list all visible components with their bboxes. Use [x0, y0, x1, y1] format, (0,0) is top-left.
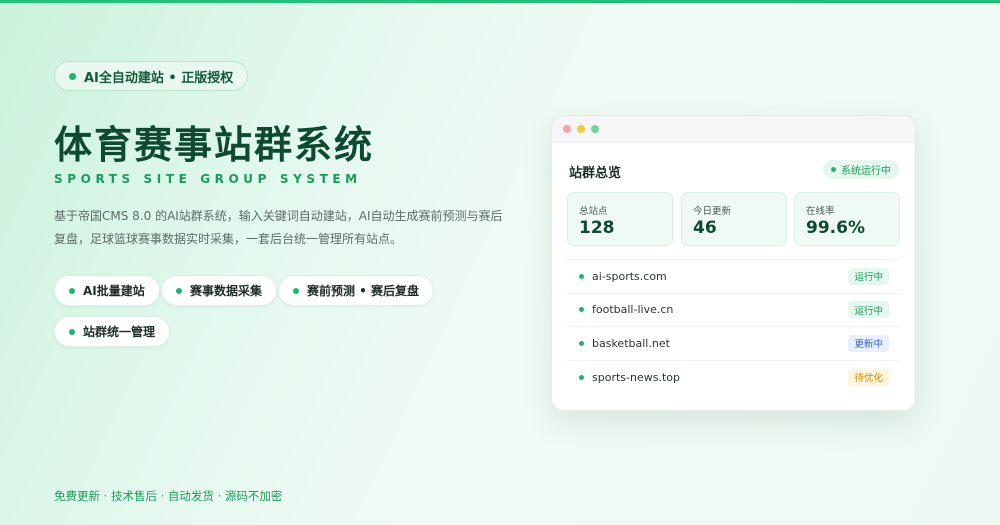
status-dot-icon: [831, 167, 836, 172]
hero-description: 基于帝国CMS 8.0 的AI站群系统，输入关键词自动建站，AI自动生成赛前预测…: [54, 209, 503, 246]
site-status-dot-icon: [579, 374, 584, 380]
site-status-tag: 运行中: [848, 267, 889, 285]
site-status-tag: 运行中: [848, 301, 889, 319]
feature-pill-unified-management[interactable]: 站群统一管理: [54, 316, 171, 347]
system-status-text: 系统运行中: [841, 166, 891, 177]
top-accent-bar: [0, 0, 1000, 3]
site-status-dot-icon: [579, 340, 584, 346]
window-title-bar: [552, 116, 915, 143]
dashboard-title: 站群总览: [569, 166, 622, 181]
pill-dot-icon: [293, 287, 299, 294]
stat-value: 99.6%: [806, 218, 865, 238]
feature-pill-label: 赛前预测 • 赛后复盘: [307, 284, 420, 298]
site-row[interactable]: football-live.cn 运行中: [567, 294, 901, 327]
feature-pill-data-collection[interactable]: 赛事数据采集: [161, 275, 278, 306]
site-status-dot-icon: [579, 307, 584, 313]
badge-text: AI全自动建站 • 正版授权: [84, 70, 234, 86]
pill-dot-icon: [69, 328, 75, 335]
dashboard-card: 站群总览 系统运行中 总站点 128 今日更新 46 在线率 99.6% ai-…: [551, 115, 916, 411]
pill-dot-icon: [176, 287, 182, 294]
feature-pill-batch-build[interactable]: AI批量建站: [54, 275, 160, 306]
pill-dot-icon: [69, 287, 75, 294]
site-row[interactable]: basketball.net 更新中: [567, 327, 901, 361]
hero-badge: AI全自动建站 • 正版授权: [54, 61, 249, 91]
stat-value: 46: [693, 218, 717, 238]
window-dot-red-icon: [563, 125, 571, 133]
site-domain: football-live.cn: [592, 303, 674, 317]
page-title: 体育赛事站群系统: [54, 123, 375, 167]
site-status-dot-icon: [579, 273, 584, 279]
stat-value: 128: [579, 218, 615, 238]
badge-dot-icon: [69, 72, 76, 80]
site-row[interactable]: ai-sports.com 运行中: [567, 260, 901, 294]
feature-pill-label: 赛事数据采集: [190, 284, 263, 298]
feature-pill-label: 站群统一管理: [83, 325, 156, 339]
feature-pill-prediction-review[interactable]: 赛前预测 • 赛后复盘: [278, 275, 435, 306]
site-status-tag: 更新中: [848, 334, 889, 352]
stat-today-updates: 今日更新 46: [681, 192, 787, 246]
stat-total-sites: 总站点 128: [567, 192, 673, 246]
site-list: ai-sports.com 运行中 football-live.cn 运行中 b…: [567, 259, 901, 398]
stat-online-rate: 在线率 99.6%: [794, 192, 900, 246]
page-subtitle: SPORTS SITE GROUP SYSTEM: [54, 172, 362, 186]
window-dot-green-icon: [591, 125, 599, 133]
site-domain: basketball.net: [592, 336, 670, 350]
site-domain: ai-sports.com: [592, 269, 667, 283]
footer-note: 免费更新 · 技术售后 · 自动发货 · 源码不加密: [54, 489, 283, 503]
site-domain: sports-news.top: [592, 370, 680, 384]
window-dot-yellow-icon: [577, 125, 585, 133]
feature-pill-label: AI批量建站: [83, 284, 145, 298]
site-status-tag: 待优化: [848, 368, 889, 386]
stat-label: 总站点: [579, 206, 608, 217]
site-row[interactable]: sports-news.top 待优化: [567, 361, 901, 395]
stat-label: 在线率: [806, 206, 835, 217]
stat-label: 今日更新: [693, 206, 732, 217]
system-status-badge: 系统运行中: [823, 160, 899, 179]
